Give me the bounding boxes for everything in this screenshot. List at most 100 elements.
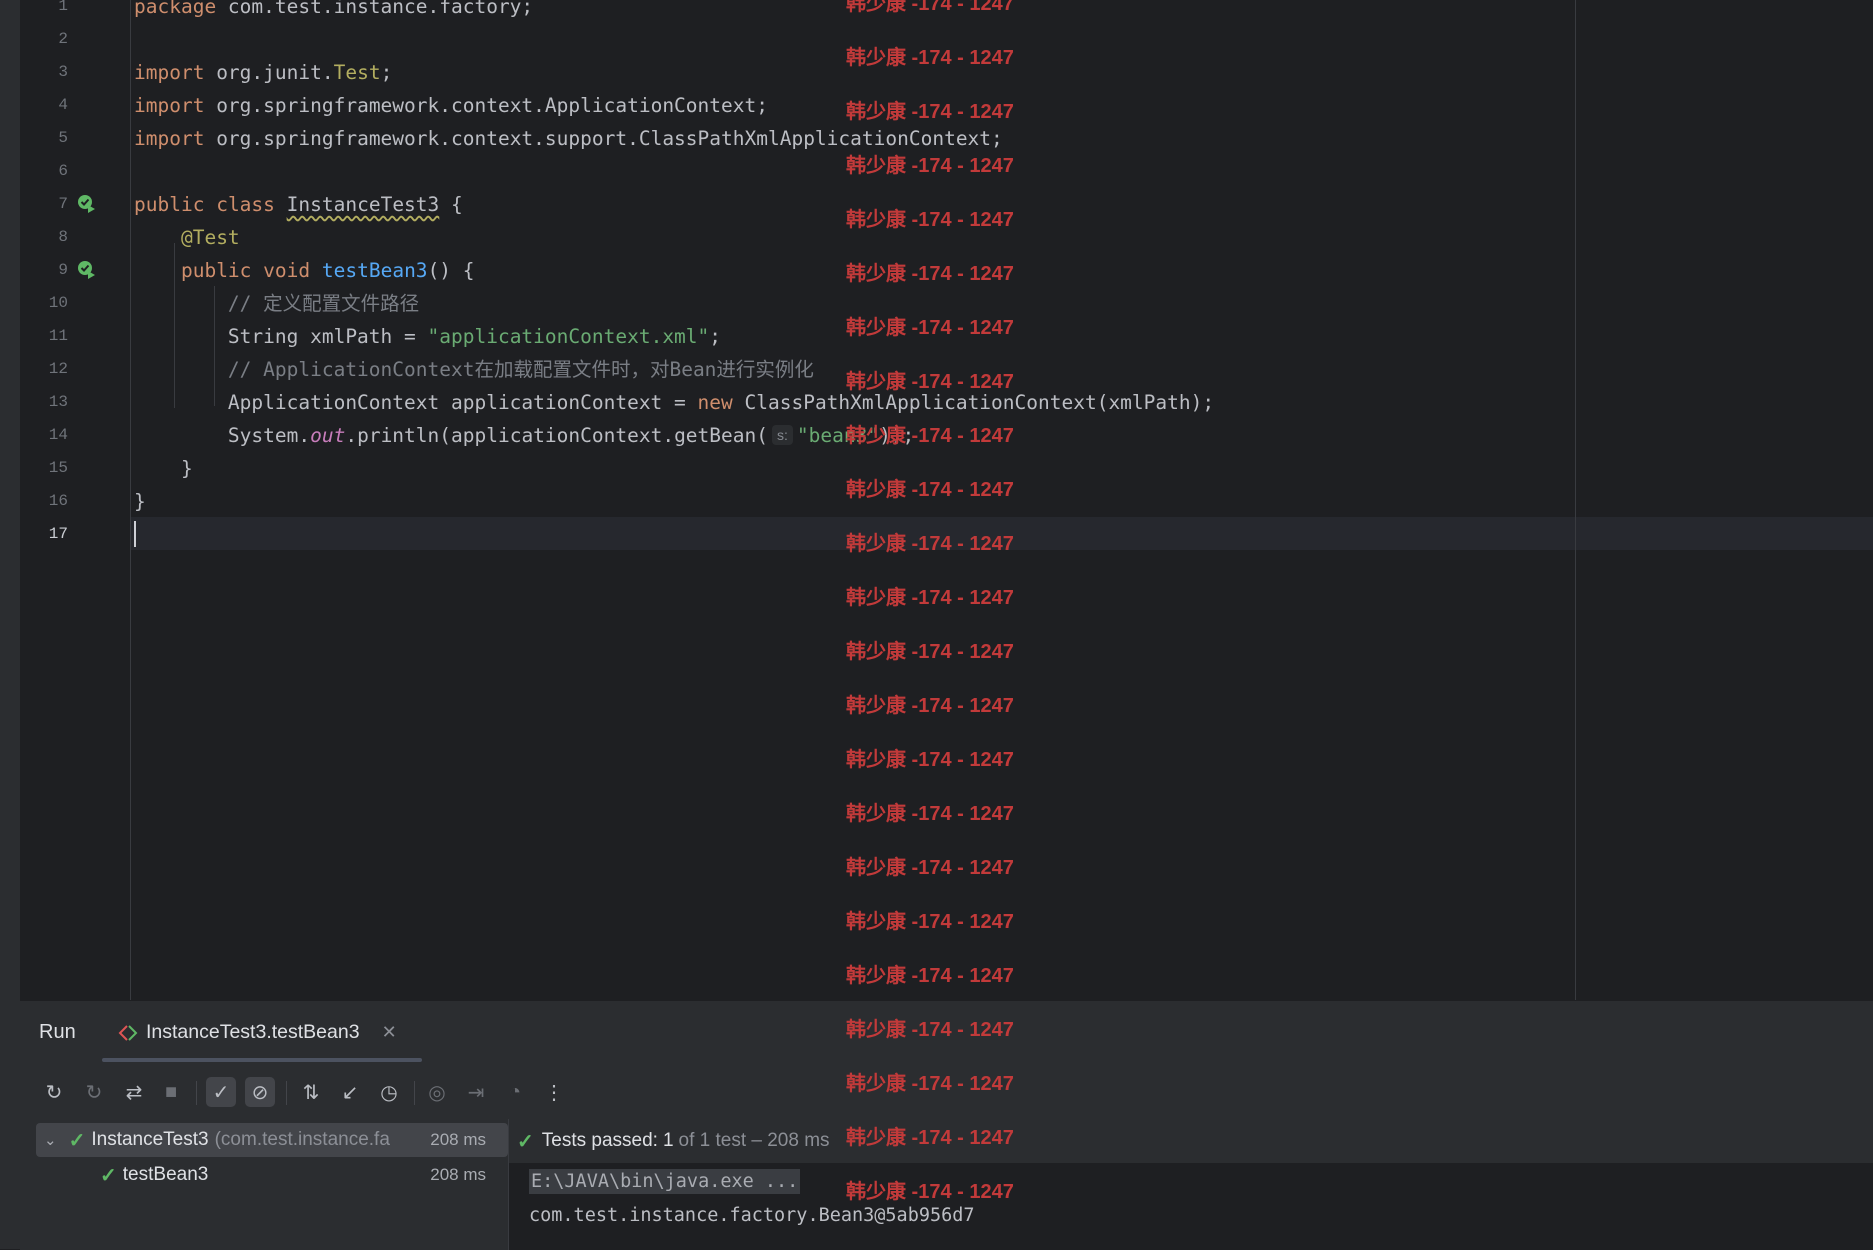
test-case-duration: 208 ms: [430, 1165, 486, 1184]
line-number: 11: [48, 327, 68, 345]
console-output-line: com.test.instance.factory.Bean3@5ab956d7: [529, 1205, 975, 1226]
line-number: 12: [48, 360, 68, 378]
code-text: import org.springframework.context.Appli…: [134, 89, 768, 122]
keyword: import: [134, 94, 205, 117]
watermark-text: 韩少康 -174 - 1247: [846, 533, 1014, 555]
package-name: com.test.instance.factory;: [216, 0, 534, 18]
keyword: void: [263, 259, 311, 282]
import-path: org.junit.: [204, 61, 334, 84]
watermark-text: 韩少康 -174 - 1247: [846, 749, 1014, 771]
test-suite-name: InstanceTest3: [91, 1129, 209, 1150]
keyword: new: [697, 391, 733, 414]
watermark-text: 韩少康 -174 - 1247: [846, 371, 1014, 393]
keyword: public: [180, 259, 252, 282]
code-text: package com.test.instance.factory;: [134, 0, 533, 23]
run-config-tab[interactable]: InstanceTest3.testBean3 ✕: [118, 1021, 397, 1044]
keyword: class: [216, 193, 275, 216]
line-number: 9: [58, 261, 68, 279]
code-text: public class InstanceTest3 {: [134, 188, 463, 221]
line-number: 7: [58, 195, 68, 213]
toolbar-separator: [286, 1081, 287, 1105]
watermark-text: 韩少康 -174 - 1247: [846, 1019, 1014, 1041]
brace: }: [134, 490, 146, 513]
test-case-name: testBean3: [122, 1164, 209, 1185]
code-text: @Test: [134, 221, 240, 254]
toggle-autotest-icon[interactable]: ⇄: [119, 1077, 149, 1107]
class-ref: Test: [333, 61, 381, 84]
active-tab-indicator: [102, 1058, 422, 1062]
watermark-text: 韩少康 -174 - 1247: [846, 965, 1014, 987]
watermark-text: 韩少康 -174 - 1247: [846, 209, 1014, 231]
code-text: import org.springframework.context.suppo…: [134, 122, 1003, 155]
watermark-text: 韩少康 -174 - 1247: [846, 101, 1014, 123]
rerun-failed-icon[interactable]: ↻: [79, 1077, 109, 1107]
show-ignored-icon[interactable]: ⊘: [245, 1077, 275, 1107]
watermark-text: 韩少康 -174 - 1247: [846, 803, 1014, 825]
line-number: 1: [58, 0, 68, 15]
code-text: }: [134, 485, 146, 518]
toolbar-separator: [414, 1081, 415, 1105]
annotation: @Test: [180, 226, 240, 249]
line-number: 5: [58, 129, 68, 147]
status-prefix: Tests passed:: [541, 1130, 658, 1151]
method-signature: () {: [427, 259, 475, 282]
more-options-icon[interactable]: ⋮: [539, 1077, 569, 1107]
semicolon: ;: [380, 61, 393, 84]
test-suite-row[interactable]: ⌄ ✓ InstanceTest3 (com.test.instance.fa …: [44, 1124, 508, 1156]
class-ref: System.: [227, 424, 311, 447]
string-literal: "applicationContext.xml": [427, 325, 710, 348]
watermark-text: 韩少康 -174 - 1247: [846, 47, 1014, 69]
status-count: 1: [662, 1130, 674, 1151]
console-output[interactable]: ✓ Tests passed: 1 of 1 test – 208 ms E:\…: [508, 1119, 1873, 1250]
stop-icon[interactable]: ■: [156, 1077, 186, 1107]
sort-by-duration-icon[interactable]: ◷: [374, 1077, 404, 1107]
passed-check-icon: ✓: [100, 1164, 117, 1187]
line-number: 10: [48, 294, 68, 312]
keyword: public: [134, 193, 205, 216]
chevron-down-icon[interactable]: ⌄: [44, 1131, 57, 1149]
watermark-text: 韩少康 -174 - 1247: [846, 263, 1014, 285]
watermark-text: 韩少康 -174 - 1247: [846, 587, 1014, 609]
watermark-text: 韩少康 -174 - 1247: [846, 317, 1014, 339]
text-caret: [134, 521, 136, 547]
line-number: 16: [48, 492, 68, 510]
line-number: 6: [58, 162, 68, 180]
static-field: out: [310, 424, 346, 447]
method-call: .println(applicationContext.getBean(: [345, 424, 768, 447]
keyword: import: [134, 127, 205, 150]
status-suffix: of 1 test – 208 ms: [678, 1130, 830, 1151]
import-tests-icon[interactable]: ⇥: [461, 1077, 491, 1107]
screenshot-icon[interactable]: ◎: [422, 1077, 452, 1107]
keyword: package: [134, 0, 217, 18]
brace: {: [439, 193, 463, 216]
code-text: public void testBean3() {: [134, 254, 475, 287]
console-command-line[interactable]: E:\JAVA\bin\java.exe ...: [529, 1169, 801, 1194]
import-path: org.springframework.context.support.Clas…: [204, 127, 1003, 150]
sort-alphabetically-icon[interactable]: ⇅: [296, 1077, 326, 1107]
line-number: 14: [48, 426, 68, 444]
comment: // ApplicationContext在加载配置文件时，对Bean进行实例化: [227, 358, 814, 381]
watermark-text: 韩少康 -174 - 1247: [846, 911, 1014, 933]
line-number: 15: [48, 459, 68, 477]
variable-declaration: String xmlPath =: [227, 325, 428, 348]
run-test-method-icon[interactable]: [77, 260, 97, 280]
watermark-text: 韩少康 -174 - 1247: [846, 1127, 1014, 1149]
run-test-class-icon[interactable]: [77, 194, 97, 214]
junit-icon: [118, 1024, 138, 1041]
passed-check-icon: ✓: [517, 1130, 534, 1153]
watermark-text: 韩少康 -174 - 1247: [846, 425, 1014, 447]
class-name: InstanceTest3: [286, 193, 440, 216]
close-tab-icon[interactable]: ✕: [382, 1022, 397, 1043]
code-text: // 定义配置文件路径: [134, 287, 419, 320]
toolbar-separator: [196, 1081, 197, 1105]
tool-window-stripe: [0, 0, 21, 1249]
rerun-icon[interactable]: ↻: [39, 1077, 69, 1107]
test-case-row[interactable]: ✓ testBean3 208 ms: [100, 1159, 508, 1191]
watermark-text: 韩少康 -174 - 1247: [846, 1181, 1014, 1203]
coverage-icon[interactable]: ◔: [500, 1077, 530, 1107]
collapse-all-icon[interactable]: ↙: [335, 1077, 365, 1107]
code-text: import org.junit.Test;: [134, 56, 392, 89]
show-passed-icon[interactable]: ✓: [206, 1077, 236, 1107]
constructor-call: ClassPathXmlApplicationContext(xmlPath);: [732, 391, 1215, 414]
watermark-text: 韩少康 -174 - 1247: [846, 155, 1014, 177]
